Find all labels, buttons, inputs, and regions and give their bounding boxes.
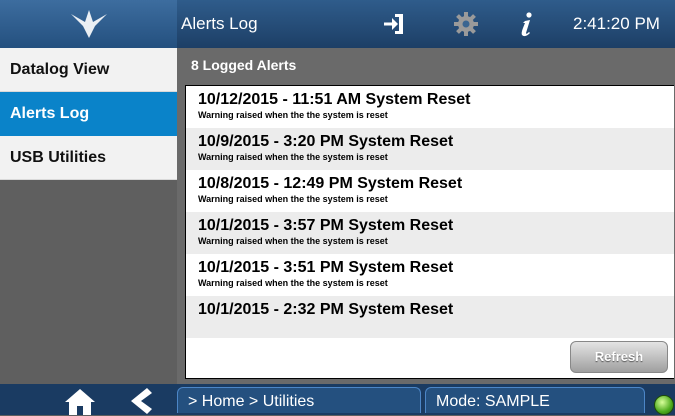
main-panel: 8 Logged Alerts 10/12/2015 - 11:51 AM Sy… (177, 48, 675, 384)
alert-title: 10/9/2015 - 3:20 PM System Reset (198, 133, 454, 150)
mode-indicator: Mode: SAMPLE (425, 387, 645, 413)
alert-title: 10/1/2015 - 3:57 PM System Reset (198, 217, 454, 234)
list-item[interactable]: 10/12/2015 - 11:51 AM System Reset Warni… (186, 86, 674, 128)
alert-description: Warning raised when the the system is re… (198, 110, 388, 120)
home-icon[interactable] (64, 388, 96, 415)
list-item[interactable]: 10/9/2015 - 3:20 PM System Reset Warning… (186, 128, 674, 170)
refresh-button[interactable]: Refresh (570, 341, 668, 373)
sidebar-item-datalog-view[interactable]: Datalog View (0, 48, 177, 92)
alert-description: Warning raised when the the system is re… (198, 278, 388, 288)
alert-title: 10/12/2015 - 11:51 AM System Reset (198, 91, 471, 108)
back-icon[interactable] (127, 387, 153, 415)
alert-description: Warning raised when the the system is re… (198, 236, 388, 246)
clock: 2:41:20 PM (573, 14, 660, 33)
alert-title: 10/1/2015 - 3:51 PM System Reset (198, 259, 454, 276)
logo (0, 0, 177, 48)
list-item[interactable]: 10/1/2015 - 2:32 PM System Reset (186, 296, 674, 338)
logo-icon (70, 10, 107, 38)
footer-bar: > Home > Utilities Mode: SAMPLE (0, 384, 675, 415)
info-icon[interactable] (512, 10, 540, 38)
page-title: Alerts Log (181, 14, 258, 33)
alert-title: 10/8/2015 - 12:49 PM System Reset (198, 175, 463, 192)
gear-icon[interactable] (452, 10, 480, 38)
sidebar-item-usb-utilities[interactable]: USB Utilities (0, 136, 177, 180)
sidebar: Datalog View Alerts Log USB Utilities (0, 48, 177, 384)
status-light-icon (654, 395, 674, 415)
list-item[interactable]: 10/1/2015 - 3:51 PM System Reset Warning… (186, 254, 674, 296)
alert-description: Warning raised when the the system is re… (198, 194, 388, 204)
list-item[interactable]: 10/8/2015 - 12:49 PM System Reset Warnin… (186, 170, 674, 212)
alerts-list[interactable]: 10/12/2015 - 11:51 AM System Reset Warni… (185, 85, 674, 379)
sidebar-item-alerts-log[interactable]: Alerts Log (0, 92, 177, 136)
logout-icon[interactable] (381, 10, 409, 38)
header-bar: Alerts Log 2:41:20 PM (0, 0, 675, 48)
alerts-count-title: 8 Logged Alerts (191, 57, 297, 73)
alert-title: 10/1/2015 - 2:32 PM System Reset (198, 301, 454, 318)
list-item[interactable]: 10/1/2015 - 3:57 PM System Reset Warning… (186, 212, 674, 254)
breadcrumb[interactable]: > Home > Utilities (177, 387, 421, 413)
alert-description: Warning raised when the the system is re… (198, 152, 388, 162)
